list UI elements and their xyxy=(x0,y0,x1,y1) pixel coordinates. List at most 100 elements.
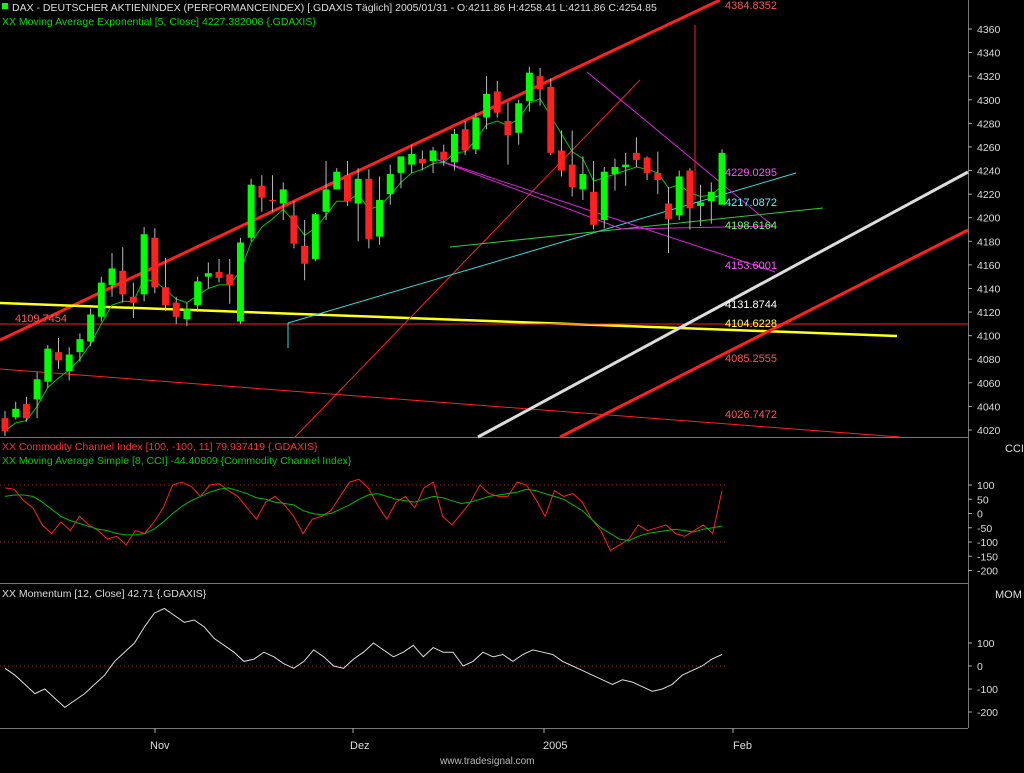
price-tick-label: 4120 xyxy=(977,307,1001,319)
level-label-4085: 4085.2555 xyxy=(725,353,777,365)
candle-up[interactable] xyxy=(140,227,148,302)
footer-watermark: www.tradesignal.com xyxy=(439,756,534,767)
price-tick-label: 4320 xyxy=(977,71,1001,83)
candle-body xyxy=(108,268,116,285)
price-tick-label: 4140 xyxy=(977,283,1001,295)
price-series-swatch xyxy=(2,3,8,9)
candle-body xyxy=(472,117,480,150)
candle-body xyxy=(12,408,20,418)
candle-body xyxy=(525,72,533,101)
candle-body xyxy=(44,348,52,382)
candle-up[interactable] xyxy=(97,276,105,322)
candle-down[interactable] xyxy=(151,228,159,294)
candle-down[interactable] xyxy=(365,169,373,249)
candle-body xyxy=(386,174,394,195)
cci-tick-label: -150 xyxy=(977,551,998,563)
candle-body xyxy=(590,191,598,225)
candle-body xyxy=(322,189,330,212)
price-tick-label: 4060 xyxy=(977,378,1001,390)
candle-body xyxy=(269,200,277,202)
candle-up[interactable] xyxy=(311,212,319,262)
candle-body xyxy=(665,203,672,219)
price-tick-label: 4360 xyxy=(977,24,1001,36)
candle-body xyxy=(301,246,309,264)
x-label-nov: Nov xyxy=(150,740,170,752)
candle-body xyxy=(675,176,683,216)
price-tick-label: 4040 xyxy=(977,401,1001,413)
candle-body xyxy=(258,185,266,198)
chart-canvas: 4384.8352 4229.0295 4217.0872 4198.6164 … xyxy=(0,0,1024,768)
momentum-tick-label: -200 xyxy=(977,707,998,719)
price-tick-label: 4100 xyxy=(977,331,1001,343)
candle-body xyxy=(151,237,159,288)
candle-body xyxy=(461,129,469,151)
price-tick-label: 4260 xyxy=(977,142,1001,154)
price-title: DAX - DEUTSCHER AKTIENINDEX (PERFORMANCE… xyxy=(12,2,657,14)
candle-up[interactable] xyxy=(247,178,255,242)
candle-body xyxy=(515,103,523,133)
candle-body xyxy=(1,418,9,432)
price-tick-label: 4180 xyxy=(977,236,1001,248)
level-label-4131: 4131.8744 xyxy=(725,299,777,311)
candle-body xyxy=(172,302,180,317)
candle-body xyxy=(568,164,576,188)
candle-body xyxy=(600,171,608,221)
candle-body xyxy=(707,191,715,202)
chart-window: 4384.8352 4229.0295 4217.0872 4198.6164 … xyxy=(0,0,1024,768)
level-label-4104: 4104.6228 xyxy=(725,318,777,330)
candle-up[interactable] xyxy=(472,112,480,155)
momentum-tick-label: 0 xyxy=(977,661,983,673)
cci-tick-label: -200 xyxy=(977,566,998,578)
candle-up[interactable] xyxy=(675,170,683,221)
candle-body xyxy=(643,157,651,173)
candle-body xyxy=(65,354,73,372)
candle-body xyxy=(333,171,341,190)
x-label-dez: Dez xyxy=(350,740,370,752)
candle-body xyxy=(440,151,448,160)
cci-tick-label: -100 xyxy=(977,537,998,549)
price-tick-label: 4300 xyxy=(977,95,1001,107)
momentum-title: XX Momentum [12, Close] 42.71 {.GDAXIS} xyxy=(2,588,207,600)
candle-body xyxy=(536,76,544,90)
level-label-4198: 4198.6164 xyxy=(725,220,777,232)
candle-body xyxy=(547,86,555,153)
candle-up[interactable] xyxy=(44,345,52,388)
candle-body xyxy=(697,202,705,206)
price-tick-label: 4160 xyxy=(977,260,1001,272)
candle-body xyxy=(611,166,619,175)
candle-body xyxy=(654,172,662,180)
candle-body xyxy=(55,352,62,361)
price-tick-label: 4340 xyxy=(977,48,1001,60)
candle-body xyxy=(408,154,416,165)
candle-up[interactable] xyxy=(600,166,608,229)
candle-body xyxy=(557,150,565,171)
cci-sma-legend: XX Moving Average Simple [8, CCI] -44.40… xyxy=(2,455,352,467)
candle-body xyxy=(247,184,255,238)
candle-body xyxy=(504,120,512,136)
cci-title: XX Commodity Channel Index [100, -100, 1… xyxy=(2,441,318,453)
cci-tick-label: 0 xyxy=(977,509,983,521)
price-tick-label: 4280 xyxy=(977,118,1001,130)
cci-tick-label: 50 xyxy=(977,494,989,506)
cci-tick-label: -50 xyxy=(977,523,992,535)
candle-down[interactable] xyxy=(547,78,555,156)
candle-body xyxy=(97,282,105,317)
candle-body xyxy=(343,175,351,202)
price-tick-label: 4240 xyxy=(977,166,1001,178)
ema-legend: XX Moving Average Exponential [5, Close]… xyxy=(2,16,316,28)
candle-body xyxy=(129,296,137,303)
momentum-tick-label: -100 xyxy=(977,684,998,696)
candle-body xyxy=(376,200,384,237)
candle-body xyxy=(397,156,405,173)
level-label-4153: 4153.6001 xyxy=(725,260,777,272)
candle-body xyxy=(579,174,587,190)
candle-body xyxy=(140,234,148,295)
candle-body xyxy=(162,287,170,305)
price-tick-label: 4020 xyxy=(977,425,1001,437)
x-label-feb: Feb xyxy=(733,740,752,752)
level-label-4229: 4229.0295 xyxy=(725,167,777,179)
candle-up[interactable] xyxy=(236,237,244,324)
chart-background xyxy=(0,0,1024,768)
cci-axis-label: CCI xyxy=(1005,443,1024,455)
level-label-4026: 4026.7472 xyxy=(725,409,777,421)
